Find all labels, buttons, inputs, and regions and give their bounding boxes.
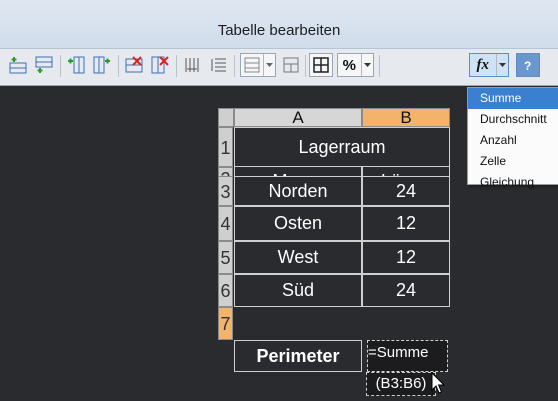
delete-column-icon[interactable] bbox=[148, 53, 172, 77]
row-number[interactable]: 1 bbox=[218, 127, 233, 167]
row-number[interactable]: 5 bbox=[218, 241, 233, 274]
cursor-arrow-icon bbox=[431, 371, 447, 401]
borders-icon[interactable] bbox=[309, 53, 333, 77]
menu-item-summe[interactable]: Summe bbox=[468, 88, 558, 109]
cell-alignment-icon bbox=[241, 54, 263, 76]
function-menu: Summe Durchschnitt Anzahl Zelle Gleichun… bbox=[467, 87, 558, 189]
insert-column-right-icon[interactable] bbox=[90, 53, 114, 77]
row-number[interactable]: 3 bbox=[218, 176, 233, 206]
percent-button[interactable]: % bbox=[337, 53, 374, 77]
merge-cells-icon[interactable] bbox=[279, 53, 303, 77]
function-icon: fx bbox=[476, 56, 490, 73]
svg-text:?: ? bbox=[524, 59, 531, 72]
chevron-down-icon bbox=[262, 54, 275, 76]
chevron-down-icon bbox=[360, 54, 373, 76]
corner-cell[interactable] bbox=[218, 108, 234, 127]
cell-alignment-button[interactable] bbox=[240, 53, 276, 77]
dialog-titlebar: Tabelle bearbeiten bbox=[0, 0, 558, 49]
table-cell[interactable]: 24 bbox=[362, 274, 450, 307]
menu-item-anzahl[interactable]: Anzahl bbox=[468, 130, 558, 151]
distribute-rows-icon[interactable] bbox=[206, 53, 230, 77]
table-toolbar: % fx ? bbox=[0, 49, 558, 86]
formula-range: (B3:B6) bbox=[366, 372, 436, 396]
column-header-a[interactable]: A bbox=[234, 108, 362, 127]
dialog-title: Tabelle bearbeiten bbox=[217, 22, 341, 39]
table-cell[interactable]: 12 bbox=[362, 241, 450, 274]
table-cell[interactable]: West bbox=[234, 241, 362, 274]
function-button[interactable]: fx bbox=[469, 53, 509, 77]
table-cell[interactable]: Osten bbox=[234, 206, 362, 241]
menu-item-durchschnitt[interactable]: Durchschnitt bbox=[468, 109, 558, 130]
insert-column-left-icon[interactable] bbox=[64, 53, 88, 77]
table-cell[interactable]: 12 bbox=[362, 206, 450, 241]
table-cell[interactable]: 24 bbox=[362, 176, 450, 206]
column-header-b[interactable]: B bbox=[362, 108, 450, 127]
row-number[interactable]: 6 bbox=[218, 274, 233, 307]
help-icon[interactable]: ? bbox=[516, 53, 540, 77]
formula-text: =Summe bbox=[368, 344, 429, 361]
row-number[interactable]: 4 bbox=[218, 206, 233, 241]
chevron-down-icon bbox=[495, 54, 508, 76]
menu-item-zelle[interactable]: Zelle bbox=[468, 151, 558, 172]
insert-row-below-icon[interactable] bbox=[32, 53, 56, 77]
total-label-cell[interactable]: Perimeter bbox=[234, 340, 362, 372]
insert-row-above-icon[interactable] bbox=[6, 53, 30, 77]
row-number-active[interactable]: 7 bbox=[218, 307, 233, 340]
delete-row-icon[interactable] bbox=[122, 53, 146, 77]
table-title-cell[interactable]: Lagerraum bbox=[234, 127, 450, 167]
table-cell[interactable]: Süd bbox=[234, 274, 362, 307]
menu-item-gleichung[interactable]: Gleichung bbox=[468, 172, 558, 193]
table-cell[interactable]: Norden bbox=[234, 176, 362, 206]
percent-icon: % bbox=[342, 56, 356, 74]
distribute-columns-icon[interactable] bbox=[180, 53, 204, 77]
